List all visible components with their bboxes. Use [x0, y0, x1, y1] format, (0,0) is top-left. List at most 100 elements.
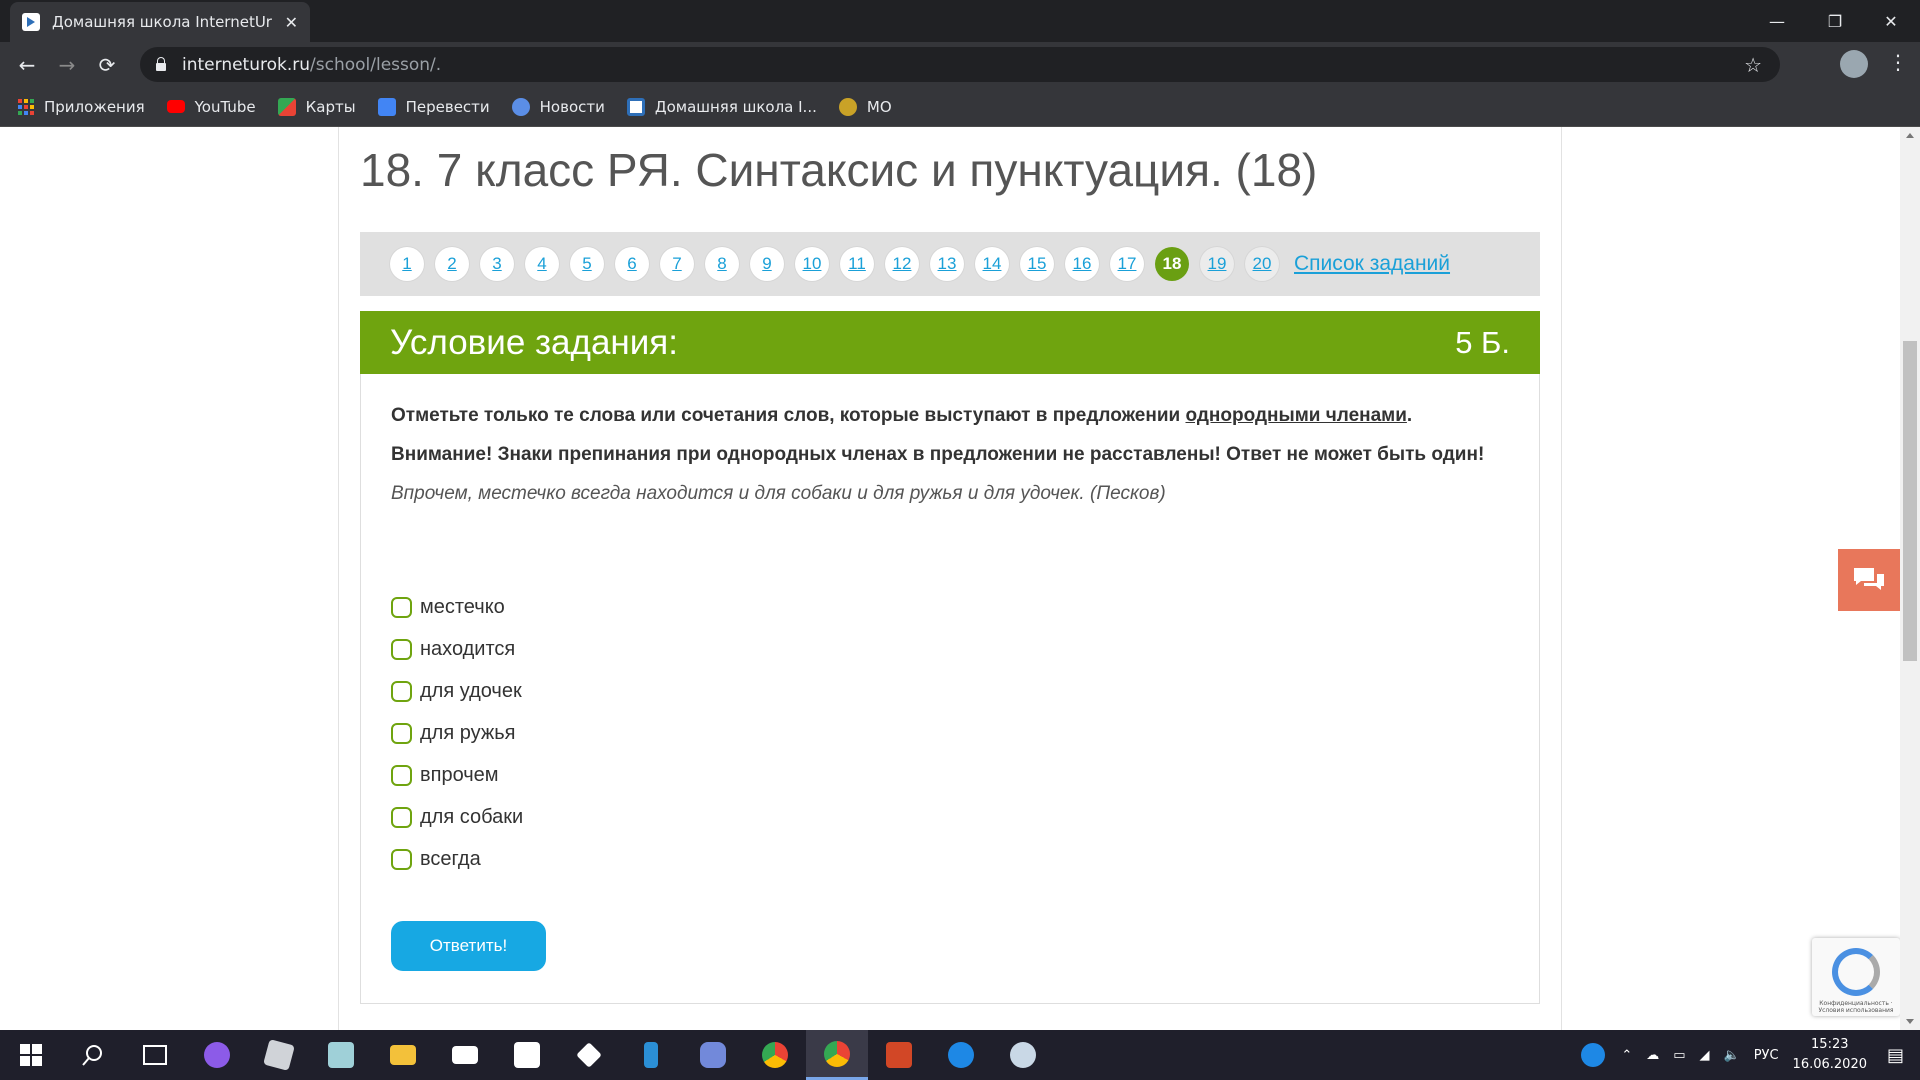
task-view-button[interactable] — [124, 1030, 186, 1080]
bookmark-mo[interactable]: МО — [838, 97, 892, 116]
page-link-4[interactable]: 4 — [525, 247, 559, 281]
onedrive-icon[interactable]: ☁ — [1646, 1048, 1659, 1063]
page-link-6[interactable]: 6 — [615, 247, 649, 281]
taskbar-app-roblox[interactable] — [248, 1030, 310, 1080]
answer-option[interactable]: местечко — [391, 586, 523, 628]
clock[interactable]: 15:23 16.06.2020 — [1793, 1035, 1867, 1075]
search-button[interactable] — [62, 1030, 124, 1080]
interneturok-favicon-icon — [22, 13, 40, 31]
checkbox[interactable] — [391, 680, 412, 702]
taskbar-app-notes[interactable] — [310, 1030, 372, 1080]
powerpoint-icon — [886, 1042, 912, 1068]
page-link-8[interactable]: 8 — [705, 247, 739, 281]
close-window-icon[interactable]: ✕ — [1862, 0, 1920, 42]
folder-icon — [390, 1045, 416, 1065]
recaptcha-caption: Конфиденциальность · Условия использован… — [1818, 1000, 1894, 1014]
browser-tab[interactable]: Домашняя школа InternetUrok.r ✕ — [10, 2, 310, 42]
answer-button[interactable]: Ответить! — [391, 921, 546, 971]
language-indicator[interactable]: РУС — [1754, 1048, 1779, 1063]
bookmark-translate[interactable]: Перевести — [377, 97, 490, 116]
answer-option[interactable]: для ружья — [391, 712, 523, 754]
bookmark-maps[interactable]: Карты — [277, 97, 356, 116]
bookmark-apps[interactable]: Приложения — [18, 98, 145, 116]
maximize-icon[interactable]: ❐ — [1806, 0, 1864, 42]
page-link-11[interactable]: 11 — [840, 247, 874, 281]
page-link-5[interactable]: 5 — [570, 247, 604, 281]
taskbar-app-mail[interactable] — [434, 1030, 496, 1080]
help-icon[interactable] — [1581, 1043, 1606, 1067]
bookmark-label: Карты — [305, 97, 356, 116]
answer-option[interactable]: для собаки — [391, 796, 523, 838]
checkbox[interactable] — [391, 806, 412, 828]
task-heading: Условие задания: — [390, 322, 678, 362]
page-link-7[interactable]: 7 — [660, 247, 694, 281]
page-link-1[interactable]: 1 — [390, 247, 424, 281]
answer-option[interactable]: всегда — [391, 838, 523, 880]
taskbar-app-chrome[interactable] — [744, 1030, 806, 1080]
page-link-9[interactable]: 9 — [750, 247, 784, 281]
page-link-3[interactable]: 3 — [480, 247, 514, 281]
minimize-icon[interactable]: — — [1748, 0, 1806, 42]
checkbox[interactable] — [391, 638, 412, 660]
page-link-10[interactable]: 10 — [795, 247, 829, 281]
battery-icon[interactable]: ▭ — [1673, 1048, 1685, 1063]
dropbox-icon — [576, 1042, 602, 1068]
recaptcha-badge[interactable]: Конфиденциальность · Условия использован… — [1812, 938, 1900, 1016]
checkbox[interactable] — [391, 596, 412, 618]
notifications-icon[interactable]: ▤ — [1887, 1045, 1904, 1066]
scroll-up-icon[interactable] — [1906, 133, 1914, 138]
taskbar-app-explorer[interactable] — [372, 1030, 434, 1080]
taskbar-app-amazon[interactable] — [496, 1030, 558, 1080]
page-link-18-current[interactable]: 18 — [1155, 247, 1189, 281]
scroll-down-icon[interactable] — [1906, 1019, 1914, 1024]
taskbar-app-paint[interactable] — [992, 1030, 1054, 1080]
taskbar-app-discord[interactable] — [682, 1030, 744, 1080]
page-link-19[interactable]: 19 — [1200, 247, 1234, 281]
taskbar-app-chrome-active[interactable] — [806, 1030, 868, 1080]
option-label: местечко — [420, 595, 505, 618]
browser-menu-icon[interactable]: ⋮ — [1888, 50, 1908, 74]
task-list-link[interactable]: Список заданий — [1294, 252, 1450, 276]
address-bar[interactable]: interneturok.ru /school/lesson/. ☆ — [140, 47, 1780, 82]
chevron-up-icon[interactable]: ⌃ — [1621, 1048, 1632, 1063]
answer-option[interactable]: впрочем — [391, 754, 523, 796]
profile-avatar[interactable] — [1840, 50, 1868, 78]
bookmark-star-icon[interactable]: ☆ — [1744, 53, 1762, 77]
taskbar-app-vs[interactable] — [620, 1030, 682, 1080]
chat-button[interactable] — [1838, 549, 1900, 611]
page-link-17[interactable]: 17 — [1110, 247, 1144, 281]
answer-option[interactable]: для удочек — [391, 670, 523, 712]
amazon-icon — [514, 1042, 540, 1068]
scrollbar-thumb[interactable] — [1903, 341, 1917, 661]
page-link-13[interactable]: 13 — [930, 247, 964, 281]
page-link-2[interactable]: 2 — [435, 247, 469, 281]
bookmark-interneturok[interactable]: Домашняя школа I... — [626, 97, 817, 116]
page-link-20[interactable]: 20 — [1245, 247, 1279, 281]
start-button[interactable] — [0, 1030, 62, 1080]
bookmark-youtube[interactable]: YouTube — [166, 98, 256, 116]
tab-close-icon[interactable]: ✕ — [285, 13, 298, 32]
bookmark-label: Новости — [539, 97, 605, 116]
taskbar-app-powerpoint[interactable] — [868, 1030, 930, 1080]
network-icon[interactable]: ◢ — [1700, 1048, 1710, 1063]
option-label: всегда — [420, 847, 481, 870]
answer-option[interactable]: находится — [391, 628, 523, 670]
checkbox[interactable] — [391, 848, 412, 870]
checkbox[interactable] — [391, 722, 412, 744]
page-link-14[interactable]: 14 — [975, 247, 1009, 281]
page-link-15[interactable]: 15 — [1020, 247, 1054, 281]
bookmark-news[interactable]: Новости — [511, 97, 605, 116]
forward-arrow-icon[interactable]: → — [52, 50, 82, 80]
taskbar-app-alice[interactable] — [186, 1030, 248, 1080]
taskbar-app-edge[interactable] — [930, 1030, 992, 1080]
page-link-16[interactable]: 16 — [1065, 247, 1099, 281]
taskbar-app-dropbox[interactable] — [558, 1030, 620, 1080]
chrome-icon — [824, 1040, 850, 1067]
checkbox[interactable] — [391, 764, 412, 786]
youtube-icon — [166, 100, 185, 113]
reload-icon[interactable]: ⟳ — [92, 50, 122, 80]
volume-icon[interactable]: 🔈 — [1724, 1048, 1740, 1063]
back-arrow-icon[interactable]: ← — [12, 50, 42, 80]
page-link-12[interactable]: 12 — [885, 247, 919, 281]
page-scrollbar[interactable] — [1900, 127, 1920, 1030]
